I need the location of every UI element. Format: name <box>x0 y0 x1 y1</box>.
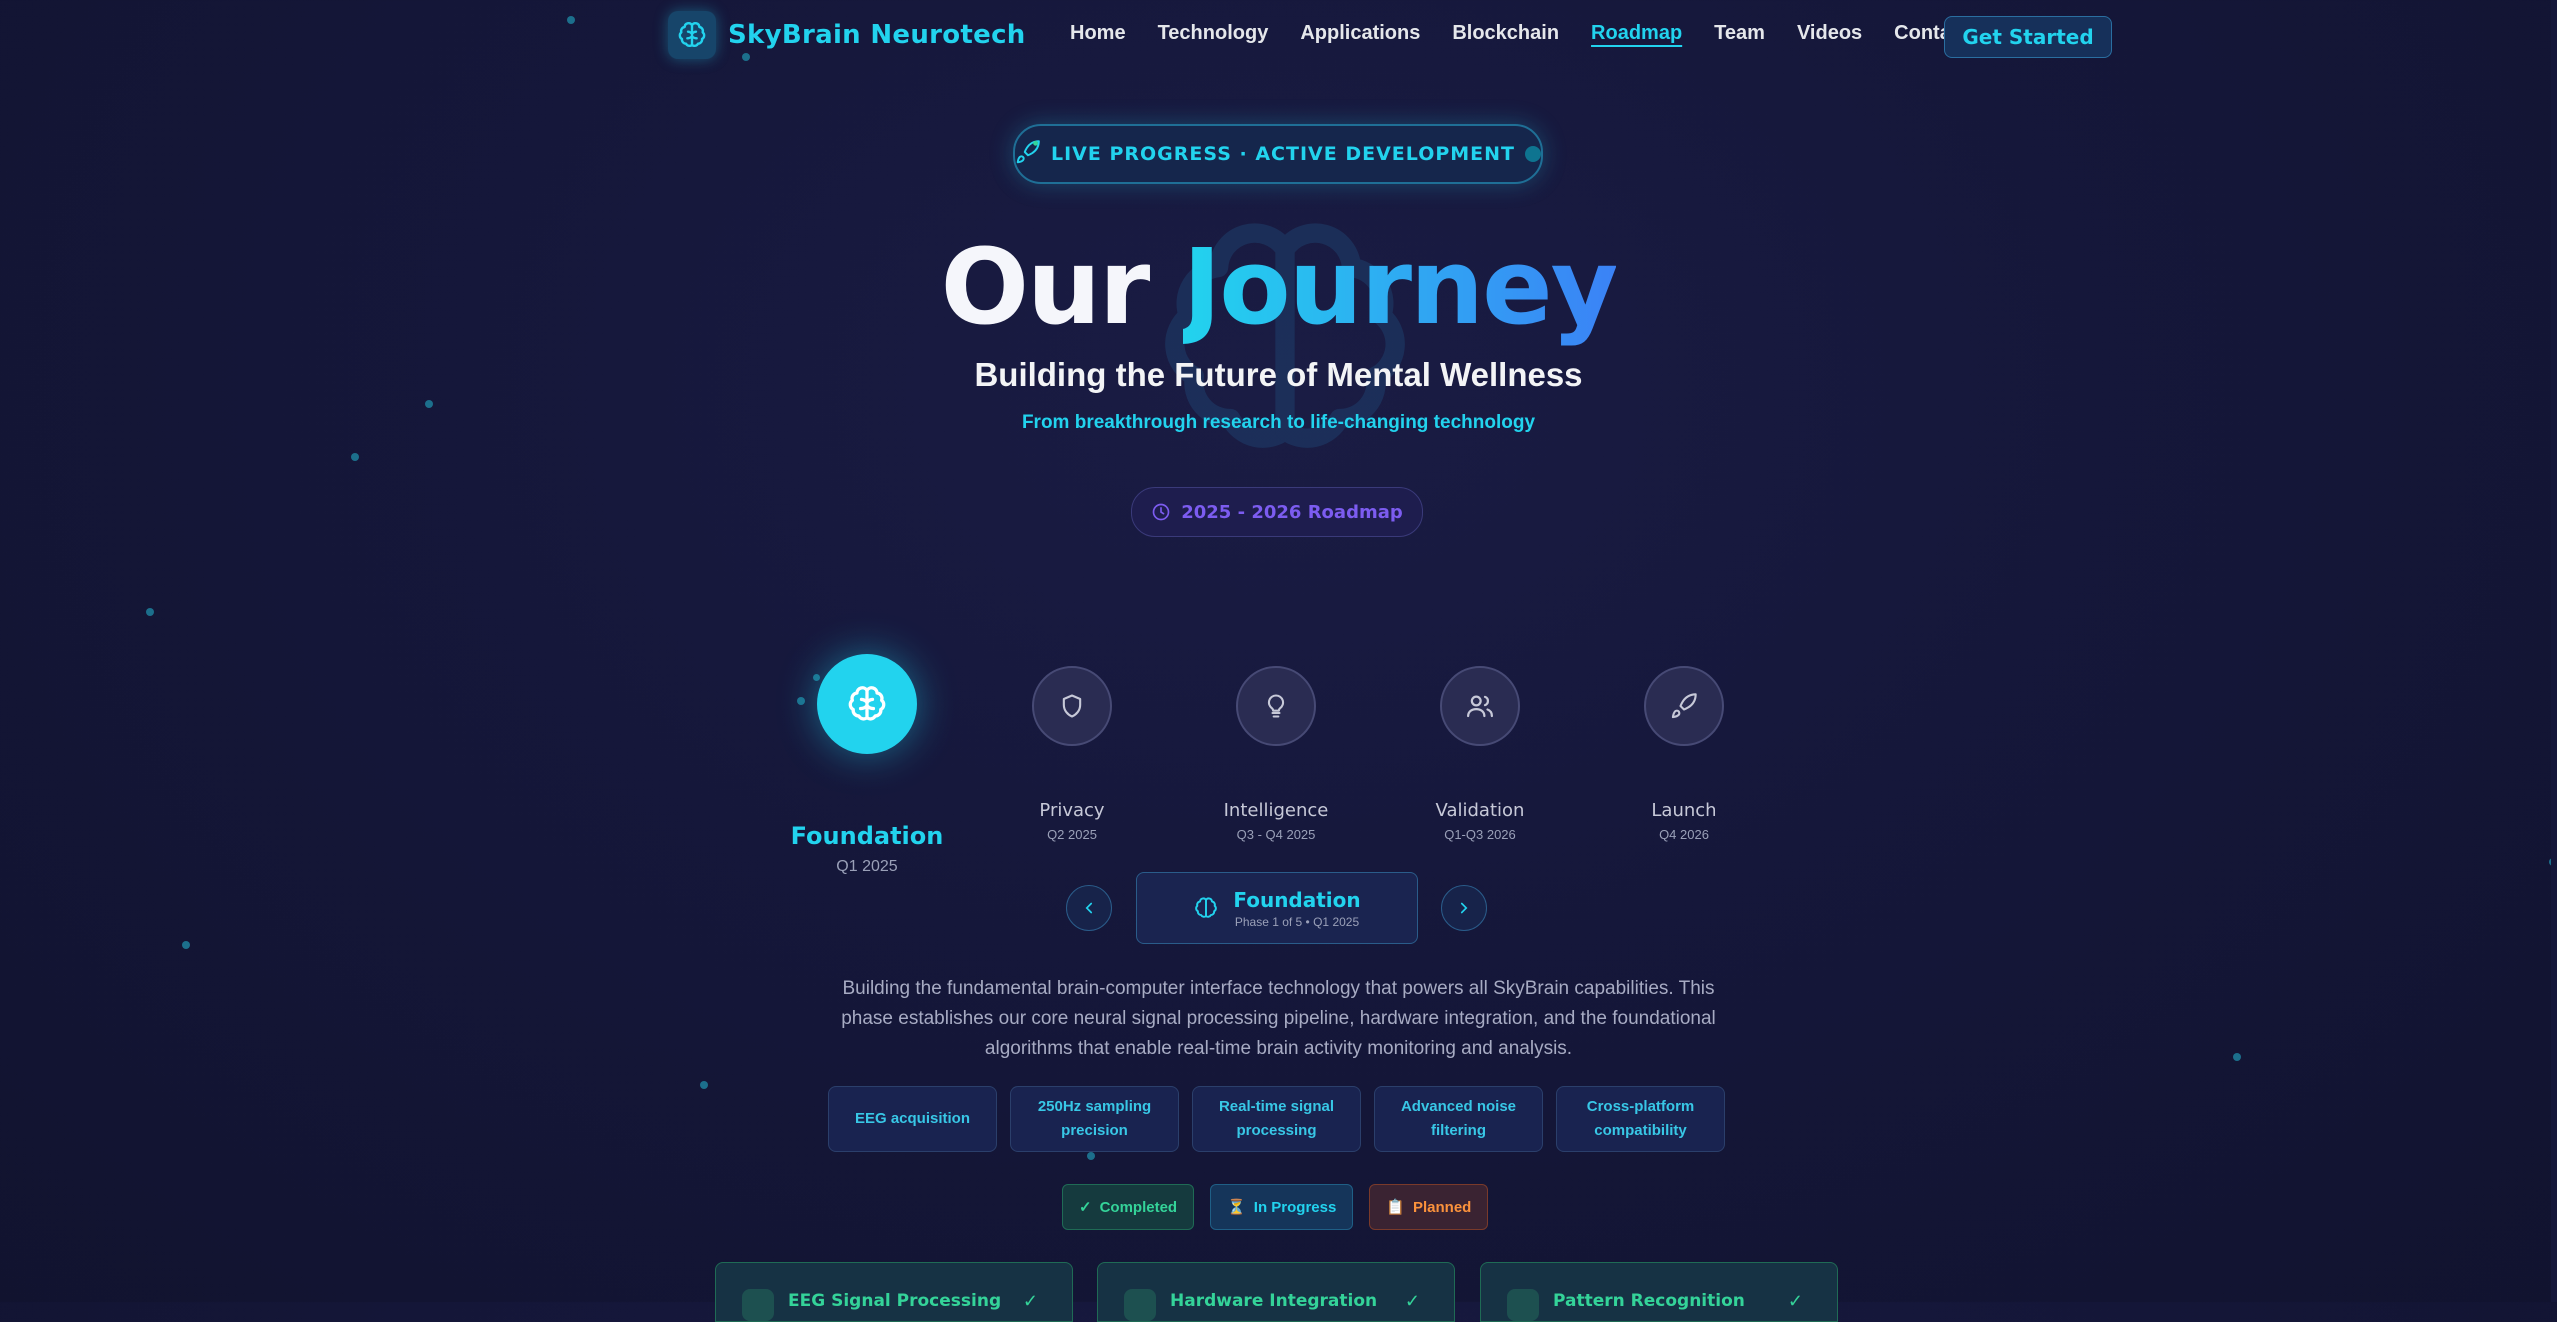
phase-date: Q1 2025 <box>836 858 898 875</box>
clipboard-icon: 📋 <box>1386 1199 1405 1216</box>
phase-name: Intelligence <box>1223 800 1329 821</box>
current-phase-title: Foundation <box>1233 887 1361 912</box>
particle <box>146 608 154 616</box>
lightbulb-icon <box>1267 694 1285 718</box>
title-white: Our <box>940 226 1151 348</box>
particle <box>425 400 433 408</box>
feature-tag: Advanced noise filtering <box>1374 1086 1543 1152</box>
particle <box>700 1081 708 1089</box>
previous-phase-button[interactable] <box>1066 885 1112 931</box>
status-planned[interactable]: 📋 Planned <box>1369 1184 1489 1230</box>
shield-icon <box>1062 694 1082 718</box>
feature-tag: EEG acquisition <box>828 1086 997 1152</box>
chevron-right-icon <box>1460 902 1468 914</box>
task-title: EEG Signal Processing <box>788 1291 1002 1311</box>
get-started-button[interactable]: Get Started <box>1944 16 2112 58</box>
phase-circle <box>1032 666 1112 746</box>
particle <box>1087 1152 1095 1160</box>
particle <box>351 453 359 461</box>
page-title: Our Journey <box>0 226 2557 348</box>
task-card[interactable]: Hardware Integration ✓ <box>1097 1262 1455 1322</box>
status-label: Planned <box>1413 1198 1472 1216</box>
current-phase-subtitle: Phase 1 of 5 • Q1 2025 <box>1234 914 1360 929</box>
hourglass-icon: ⏳ <box>1227 1199 1246 1216</box>
nav-link-videos[interactable]: Videos <box>1797 22 1862 45</box>
phase-name: Launch <box>1651 800 1717 821</box>
phase-date: Q4 2026 <box>1659 827 1709 842</box>
particle <box>182 941 190 949</box>
brand-name: SkyBrain Neurotech <box>728 20 1026 50</box>
roadmap-years-text: 2025 - 2026 Roadmap <box>1181 501 1403 523</box>
phase-name: Privacy <box>1039 800 1105 821</box>
brain-icon <box>848 686 886 721</box>
phase-date: Q1-Q3 2026 <box>1444 827 1516 842</box>
phase-circle <box>1644 666 1724 746</box>
nav-links: Home Technology Applications Blockchain … <box>1070 22 2001 45</box>
live-indicator-dot <box>1525 146 1541 162</box>
nav-link-roadmap[interactable]: Roadmap <box>1591 22 1682 45</box>
status-label: Completed <box>1099 1198 1178 1216</box>
task-card[interactable]: Pattern Recognition ✓ <box>1480 1262 1838 1322</box>
nav-link-applications[interactable]: Applications <box>1300 22 1420 45</box>
feature-tag: 250Hz sampling precision <box>1010 1086 1179 1152</box>
hero-tagline: From breakthrough research to life-chang… <box>1021 412 1536 433</box>
brain-icon <box>668 11 716 59</box>
brain-icon <box>1195 897 1218 918</box>
chevron-left-icon <box>1085 902 1093 914</box>
top-navigation: SkyBrain Neurotech Home Technology Appli… <box>0 0 2557 72</box>
current-phase-card: Foundation Phase 1 of 5 • Q1 2025 <box>1136 872 1418 944</box>
clock-icon <box>1152 503 1170 521</box>
status-label: In Progress <box>1253 1198 1337 1216</box>
task-icon <box>1124 1289 1156 1321</box>
nav-link-team[interactable]: Team <box>1714 22 1765 45</box>
roadmap-years-badge: 2025 - 2026 Roadmap <box>1131 487 1423 537</box>
brand-logo[interactable]: SkyBrain Neurotech <box>668 11 1026 59</box>
users-icon <box>1467 695 1493 718</box>
nav-link-technology[interactable]: Technology <box>1158 22 1269 45</box>
phase-name: Foundation <box>790 822 944 850</box>
nav-link-blockchain[interactable]: Blockchain <box>1452 22 1559 45</box>
phase-launch[interactable]: Launch Q4 2026 <box>1584 666 1784 842</box>
phase-foundation[interactable]: Foundation Q1 2025 <box>767 654 967 876</box>
live-progress-badge: LIVE PROGRESS · ACTIVE DEVELOPMENT <box>1013 124 1543 184</box>
title-accent: Journey <box>1182 226 1619 348</box>
task-card[interactable]: EEG Signal Processing ✓ <box>715 1262 1073 1322</box>
phase-validation[interactable]: Validation Q1-Q3 2026 <box>1380 666 1580 842</box>
page-scrollbar[interactable] <box>2551 0 2557 1302</box>
task-icon <box>742 1289 774 1321</box>
phase-description: Building the fundamental brain-computer … <box>841 978 1716 1059</box>
feature-tag: Real-time signal processing <box>1192 1086 1361 1152</box>
phase-circle <box>1440 666 1520 746</box>
next-phase-button[interactable] <box>1441 885 1487 931</box>
particle <box>2233 1053 2241 1061</box>
feature-list: EEG acquisition 250Hz sampling precision… <box>828 1086 1725 1152</box>
task-title: Hardware Integration <box>1170 1291 1378 1311</box>
live-progress-text: LIVE PROGRESS · ACTIVE DEVELOPMENT <box>1051 143 1516 165</box>
status-legend: ✓ Completed ⏳ In Progress 📋 Planned <box>1062 1184 1489 1230</box>
rocket-icon <box>1015 139 1041 170</box>
phase-privacy[interactable]: Privacy Q2 2025 <box>972 666 1172 842</box>
feature-tag: Cross-platform compatibility <box>1556 1086 1725 1152</box>
phase-date: Q3 - Q4 2025 <box>1236 827 1316 842</box>
nav-link-home[interactable]: Home <box>1070 22 1126 45</box>
phase-name: Validation <box>1435 800 1525 821</box>
task-title: Pattern Recognition <box>1553 1291 1745 1311</box>
hero-subtitle: Building the Future of Mental Wellness <box>974 356 1583 393</box>
phase-circle <box>817 654 917 754</box>
status-completed[interactable]: ✓ Completed <box>1062 1184 1195 1230</box>
status-in-progress[interactable]: ⏳ In Progress <box>1210 1184 1354 1230</box>
check-icon: ✓ <box>1079 1199 1092 1216</box>
rocket-icon <box>1671 693 1697 719</box>
phase-intelligence[interactable]: Intelligence Q3 - Q4 2025 <box>1176 666 1376 842</box>
task-icon <box>1507 1289 1539 1321</box>
phase-date: Q2 2025 <box>1047 827 1097 842</box>
phase-circle <box>1236 666 1316 746</box>
